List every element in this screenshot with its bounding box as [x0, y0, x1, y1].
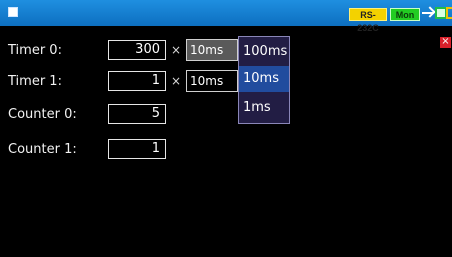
timer-1-unit-select[interactable]: 10ms	[186, 70, 238, 92]
monitor-mode-badge: Mon	[390, 8, 420, 21]
counter-1-value-field[interactable]: 1	[108, 139, 166, 159]
timer-1-multiply-sign: ×	[171, 74, 182, 88]
interface-badge: RS-232C	[349, 8, 387, 33]
timer-0-unit-select[interactable]: 10ms	[186, 39, 238, 61]
timer-1-label: Timer 1:	[8, 74, 62, 89]
unit-dropdown-list: 100ms 10ms 1ms	[238, 36, 290, 124]
timer-0-multiply-sign: ×	[171, 43, 182, 57]
power-icon	[446, 7, 452, 19]
device-screen: RS-232C Mon × Timer 0: 300 × 10ms Timer …	[0, 0, 452, 257]
dropdown-option-10ms[interactable]: 10ms	[239, 66, 289, 92]
counter-1-label: Counter 1:	[8, 142, 77, 157]
dropdown-option-100ms[interactable]: 100ms	[239, 39, 289, 65]
lan-arrow-icon	[422, 7, 434, 19]
counter-0-label: Counter 0:	[8, 107, 77, 122]
timer-0-value-field[interactable]: 300	[108, 40, 166, 60]
timer-0-label: Timer 0:	[8, 43, 62, 58]
counter-0-value-field[interactable]: 5	[108, 104, 166, 124]
menu-square-icon[interactable]	[8, 7, 18, 17]
timer-1-value-field[interactable]: 1	[108, 71, 166, 91]
status-bar: RS-232C Mon	[0, 0, 452, 33]
dropdown-option-1ms[interactable]: 1ms	[239, 95, 289, 121]
close-button[interactable]: ×	[440, 37, 451, 48]
